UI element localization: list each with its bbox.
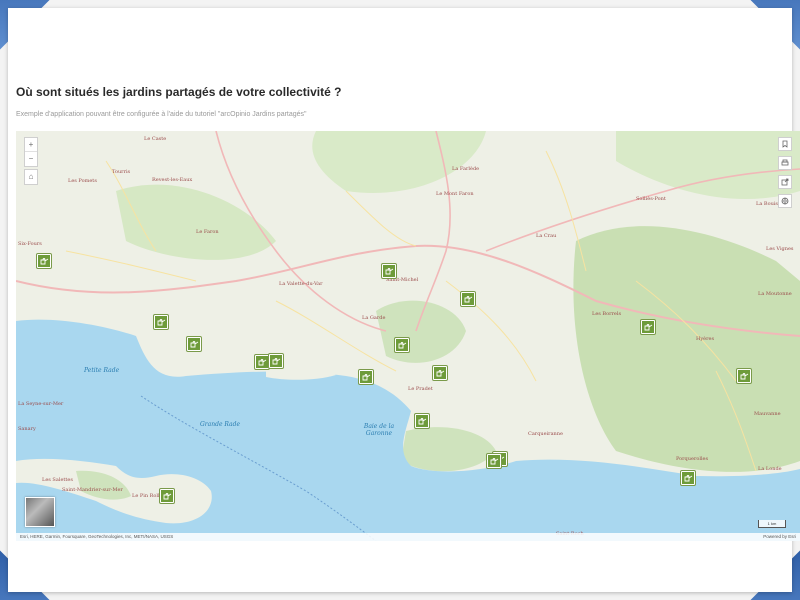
place-label: Le Faron xyxy=(196,229,219,235)
share-icon xyxy=(781,178,789,186)
watering-can-icon xyxy=(383,265,395,277)
page-title: Où sont situés les jardins partagés de v… xyxy=(16,85,342,99)
place-label: La Londe xyxy=(758,466,782,472)
watering-can-icon xyxy=(462,293,474,305)
place-label: Carqueiranne xyxy=(528,431,563,437)
place-label: Revest-les-Eaux xyxy=(152,177,193,183)
water-label: Baie de la Garonne xyxy=(363,423,395,437)
place-label: Le Pradet xyxy=(408,386,433,392)
jardin-marker[interactable] xyxy=(460,291,476,307)
place-label: Solliès-Pont xyxy=(636,196,666,202)
zoom-controls: + − xyxy=(24,137,38,167)
bookmark-button[interactable] xyxy=(778,137,792,151)
jardin-marker[interactable] xyxy=(432,365,448,381)
watering-can-icon xyxy=(38,255,50,267)
jardin-marker[interactable] xyxy=(640,319,656,335)
watering-can-icon xyxy=(682,472,694,484)
place-label: Les Vignes xyxy=(766,246,794,252)
jardin-marker[interactable] xyxy=(736,368,752,384)
place-label: La Seyne-sur-Mer xyxy=(18,401,64,407)
print-button[interactable] xyxy=(778,156,792,170)
place-label: Six-Fours xyxy=(18,241,42,247)
watering-can-icon xyxy=(642,321,654,333)
jardin-marker[interactable] xyxy=(394,337,410,353)
watering-can-icon xyxy=(360,371,372,383)
place-label: Sanary xyxy=(18,426,36,432)
jardin-marker[interactable] xyxy=(153,314,169,330)
jardin-marker[interactable] xyxy=(36,253,52,269)
photo-frame: Où sont situés les jardins partagés de v… xyxy=(0,0,800,600)
place-label: La Valette-du-Var xyxy=(279,281,323,287)
place-label: La Crau xyxy=(536,233,557,239)
jardin-marker[interactable] xyxy=(186,336,202,352)
watering-can-icon xyxy=(256,356,268,368)
jardin-marker[interactable] xyxy=(680,470,696,486)
watering-can-icon xyxy=(188,338,200,350)
globe-icon xyxy=(781,197,789,205)
print-icon xyxy=(781,159,789,166)
place-label: La Moutonne xyxy=(758,291,792,297)
bookmark-icon xyxy=(782,140,788,148)
place-label: Les Salettes xyxy=(42,477,73,483)
watering-can-icon xyxy=(396,339,408,351)
watering-can-icon xyxy=(155,316,167,328)
zoom-out-button[interactable]: − xyxy=(25,152,37,166)
attribution-text: Esri, HERE, Garmin, Foursquare, GeoTechn… xyxy=(20,534,174,539)
jardin-marker[interactable] xyxy=(268,353,284,369)
app-page: Où sont situés les jardins partagés de v… xyxy=(8,8,800,592)
map-view[interactable]: Le Caste Les Pomets Tourris Revest-les-E… xyxy=(16,131,800,541)
map-attribution: Esri, HERE, Garmin, Foursquare, GeoTechn… xyxy=(16,533,800,541)
place-label: Les Pomets xyxy=(68,178,97,184)
scale-bar: 1 km xyxy=(758,520,786,528)
home-control: ⌂ xyxy=(24,169,38,185)
place-label: Hyères xyxy=(696,336,715,342)
watering-can-icon xyxy=(738,370,750,382)
share-button[interactable] xyxy=(778,175,792,189)
jardin-marker[interactable] xyxy=(381,263,397,279)
place-label: Porquerolles xyxy=(676,456,709,462)
watering-can-icon xyxy=(416,415,428,427)
place-label: Tourris xyxy=(112,169,131,175)
place-label: Le Mont Faron xyxy=(436,191,474,197)
powered-by-link[interactable]: Powered by Esri xyxy=(763,533,796,541)
jardin-marker[interactable] xyxy=(486,453,502,469)
place-label: Les Borrels xyxy=(592,311,622,317)
watering-can-icon xyxy=(434,367,446,379)
watering-can-icon xyxy=(270,355,282,367)
place-label: Mauvanne xyxy=(754,411,781,417)
jardin-marker[interactable] xyxy=(414,413,430,429)
watering-can-icon xyxy=(161,490,173,502)
page-subtitle: Exemple d'application pouvant être confi… xyxy=(16,111,307,118)
home-button[interactable]: ⌂ xyxy=(25,170,37,184)
basemap-gallery-button[interactable] xyxy=(778,194,792,208)
watering-can-icon xyxy=(488,455,500,467)
jardin-marker[interactable] xyxy=(358,369,374,385)
place-label: Saint-Mandrier-sur-Mer xyxy=(62,487,123,493)
jardin-marker[interactable] xyxy=(159,488,175,504)
basemap-toggle[interactable] xyxy=(25,497,55,527)
zoom-in-button[interactable]: + xyxy=(25,138,37,152)
place-label: La Farlède xyxy=(452,166,480,172)
water-label: Petite Rade xyxy=(84,367,120,374)
water-label: Grande Rade xyxy=(200,421,241,428)
place-label: Le Caste xyxy=(144,136,167,142)
place-label: La Garde xyxy=(362,315,386,321)
